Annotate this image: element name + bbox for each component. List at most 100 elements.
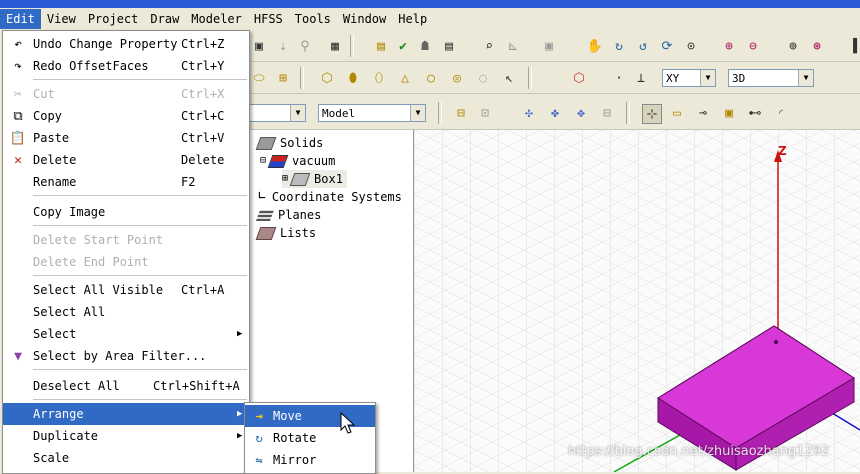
zoom-out-icon[interactable]: ⊖ — [744, 37, 762, 55]
snap-to-grid-icon[interactable]: ⊹ — [642, 104, 662, 124]
snap-grid-icon[interactable]: ⊟ — [452, 104, 470, 122]
report-icon[interactable]: ▤ — [440, 37, 458, 55]
pan-disabled-icon: ▣ — [545, 38, 553, 54]
view-select[interactable]: 3D ▼ — [728, 69, 814, 87]
snap-vertex-icon[interactable]: ▣ — [720, 104, 738, 122]
sphere-icon[interactable]: ○ — [422, 69, 440, 87]
arrange-menu-item[interactable]: Arrange ▶ — [3, 403, 249, 425]
plane-icon[interactable]: ⊥ — [632, 69, 650, 87]
zoom-view-icon[interactable]: ⊙ — [682, 37, 700, 55]
cone-icon[interactable]: △ — [396, 69, 414, 87]
results-icon[interactable]: ☗ — [416, 37, 434, 55]
tree-item-planes[interactable]: Planes — [255, 206, 321, 224]
tree-item-lists[interactable]: Lists — [255, 224, 317, 242]
copy-image-menu-item[interactable]: Copy Image — [3, 201, 249, 223]
cylinder-icon[interactable]: ⬯ — [370, 69, 388, 87]
dropdown-arrow-icon[interactable]: ▼ — [410, 105, 425, 121]
measure-point-icon[interactable]: ✤ — [546, 104, 564, 122]
rotate-view-icon[interactable]: ↻ — [610, 37, 628, 55]
cylinder-draw-icon[interactable]: ⬮ — [344, 69, 362, 87]
z-axis-label: Z — [778, 144, 787, 158]
rename-menu-item[interactable]: Rename F2 — [3, 171, 249, 193]
select-menu-item[interactable]: Select ▶ — [3, 323, 249, 345]
validate-icon[interactable]: ▤ — [372, 37, 390, 55]
tree-item-box1[interactable]: ⊞ Box1 — [282, 170, 347, 188]
tree-label: Lists — [280, 226, 317, 240]
select-by-area-menu-item[interactable]: ▼ Select by Area Filter... — [3, 345, 249, 367]
paste-menu-item[interactable]: 📋 Paste Ctrl+V — [3, 127, 249, 149]
redo-menu-item[interactable]: ↷ Redo OffsetFaces Ctrl+Y — [3, 55, 249, 77]
tree-label: vacuum — [292, 154, 336, 168]
snap-arc-icon[interactable]: ◜ — [772, 104, 790, 122]
menu-item-shortcut: Delete — [181, 153, 225, 167]
select-icon[interactable]: ▣ — [250, 37, 268, 55]
dropdown-arrow-icon[interactable]: ▼ — [700, 70, 715, 86]
box-draw-icon[interactable]: ⬡ — [318, 69, 336, 87]
menu-project[interactable]: Project — [82, 9, 145, 29]
menu-item-label: Rename — [33, 175, 77, 189]
fit-all-icon[interactable]: ⊚ — [784, 37, 802, 55]
menu-tools[interactable]: Tools — [289, 9, 337, 29]
menu-draw[interactable]: Draw — [144, 9, 185, 29]
menu-item-label: Delete Start Point — [33, 233, 164, 247]
zoom-icon[interactable]: ⌕ — [480, 37, 498, 55]
rotate-axis-icon[interactable]: ↺ — [634, 37, 652, 55]
delete-menu-item[interactable]: ✕ Delete Delete — [3, 149, 249, 171]
menu-window[interactable]: Window — [337, 9, 392, 29]
menu-item-shortcut: Ctrl+X — [181, 87, 225, 101]
duplicate-menu-item[interactable]: Duplicate ▶ — [3, 425, 249, 447]
properties-icon[interactable]: ▦ — [326, 37, 344, 55]
mouse-cursor-icon — [340, 412, 356, 434]
select-all-menu-item[interactable]: Select All — [3, 301, 249, 323]
menu-help[interactable]: Help — [392, 9, 433, 29]
dropdown-arrow-icon[interactable]: ▼ — [798, 70, 813, 86]
deselect-all-menu-item[interactable]: Deselect All Ctrl+Shift+A — [3, 375, 249, 397]
scale-menu-item[interactable]: Scale — [3, 447, 249, 469]
snap-center-icon[interactable]: ⊷ — [746, 104, 764, 122]
region-icon[interactable]: ⊞ — [274, 69, 292, 87]
pan-hand-icon[interactable]: ✋ — [586, 37, 604, 55]
material-combo-left[interactable]: ▼ — [248, 104, 306, 122]
bondwire-icon[interactable]: ↖ — [500, 69, 518, 87]
measure-edge-icon[interactable]: ✥ — [572, 104, 590, 122]
lists-icon — [255, 226, 277, 240]
select-all-visible-menu-item[interactable]: Select All Visible Ctrl+A — [3, 279, 249, 301]
snap-face-icon[interactable]: ▭ — [668, 104, 686, 122]
menu-bar: Edit View Project Draw Modeler HFSS Tool… — [0, 8, 860, 30]
menu-modeler[interactable]: Modeler — [185, 9, 248, 29]
menu-item-label: Duplicate — [33, 429, 99, 443]
collapse-icon[interactable]: ⊟ — [260, 152, 266, 170]
torus-icon[interactable]: ◎ — [448, 69, 466, 87]
analyze-icon[interactable]: ✔ — [394, 37, 412, 55]
menu-item-label: Arrange — [33, 407, 84, 421]
tree-item-solids[interactable]: Solids — [255, 134, 323, 152]
extra-tool-icon[interactable]: ▐ — [844, 37, 860, 55]
mirror-menu-item[interactable]: ⇋ Mirror — [245, 449, 375, 471]
tree-item-coordinate-systems[interactable]: ∟ Coordinate Systems — [258, 188, 402, 206]
menu-item-label: Cut — [33, 87, 55, 101]
point-icon[interactable]: · — [610, 69, 628, 87]
material-select[interactable]: Model ▼ — [318, 104, 426, 122]
copy-menu-item[interactable]: ⧉ Copy Ctrl+C — [3, 105, 249, 127]
tree-item-vacuum[interactable]: ⊟ vacuum — [260, 152, 335, 170]
measure-icon[interactable]: ✣ — [520, 104, 538, 122]
cube-icon[interactable]: ⬡ — [570, 69, 588, 87]
snap-edge-icon[interactable]: ⊸ — [694, 104, 712, 122]
menu-item-shortcut: Ctrl+Z — [181, 37, 225, 51]
expand-icon[interactable]: ⊞ — [282, 170, 288, 188]
edit-menu: ↶ Undo Change Property Ctrl+Z ↷ Redo Off… — [2, 30, 250, 474]
undo-menu-item[interactable]: ↶ Undo Change Property Ctrl+Z — [3, 33, 249, 55]
fit-selected-icon[interactable]: ⊛ — [808, 37, 826, 55]
menu-hfss[interactable]: HFSS — [248, 9, 289, 29]
menu-edit[interactable]: Edit — [0, 9, 41, 29]
menu-item-label: Delete — [33, 153, 77, 167]
plane-select[interactable]: XY ▼ — [662, 69, 716, 87]
dropdown-arrow-icon[interactable]: ▼ — [290, 105, 305, 121]
menu-view[interactable]: View — [41, 9, 82, 29]
zoom-in-icon[interactable]: ⊕ — [720, 37, 738, 55]
viewport-canvas[interactable] — [414, 130, 860, 472]
ellipse-icon[interactable]: ⬭ — [250, 69, 268, 87]
copy-icon: ⧉ — [13, 108, 23, 124]
modeler-viewport[interactable]: Z — [414, 130, 860, 472]
orbit-icon[interactable]: ⟳ — [658, 37, 676, 55]
